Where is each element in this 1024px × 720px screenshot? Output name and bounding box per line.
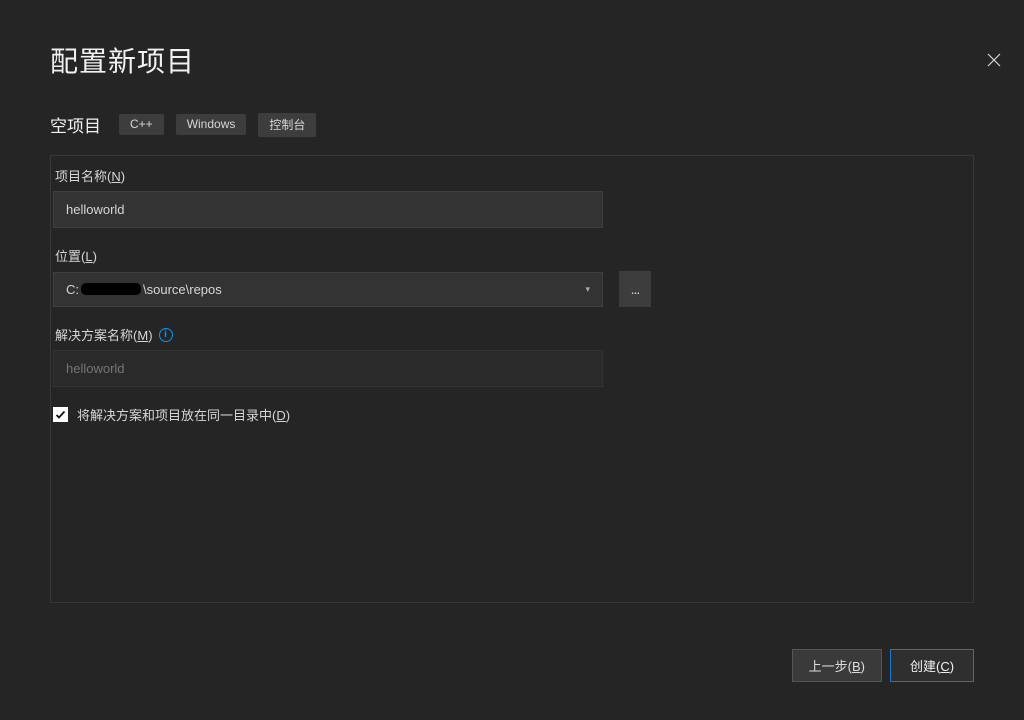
check-icon: [55, 409, 66, 420]
solution-name-group: 解决方案名称(M) i: [53, 325, 973, 387]
create-button[interactable]: 创建(C): [890, 649, 974, 682]
close-button[interactable]: [984, 50, 1004, 70]
info-icon[interactable]: i: [159, 328, 173, 342]
template-name: 空项目: [50, 112, 101, 137]
same-dir-checkbox[interactable]: [53, 407, 68, 422]
location-select[interactable]: C:\source\repos ▾: [53, 272, 603, 307]
template-tag: Windows: [176, 114, 247, 135]
same-dir-label: 将解决方案和项目放在同一目录中(D): [77, 405, 290, 424]
back-button[interactable]: 上一步(B): [792, 649, 882, 682]
same-dir-row: 将解决方案和项目放在同一目录中(D): [53, 405, 973, 424]
project-name-group: 项目名称(N): [53, 166, 973, 228]
location-label: 位置(L): [55, 246, 973, 265]
project-name-input[interactable]: [53, 191, 603, 228]
redacted-text: [81, 283, 141, 295]
solution-name-label: 解决方案名称(M) i: [55, 325, 973, 344]
location-value: C:\source\repos: [66, 282, 222, 297]
template-tag: 控制台: [258, 113, 316, 137]
chevron-down-icon: ▾: [585, 284, 590, 295]
project-name-label: 项目名称(N): [55, 166, 973, 185]
form-area: 项目名称(N) 位置(L) C:\source\repos ▾ ... 解决方案…: [50, 155, 974, 603]
close-icon: [987, 53, 1001, 67]
browse-button[interactable]: ...: [619, 271, 651, 307]
footer-buttons: 上一步(B) 创建(C): [792, 649, 974, 682]
location-group: 位置(L) C:\source\repos ▾ ...: [53, 246, 973, 307]
template-tag: C++: [119, 114, 164, 135]
template-row: 空项目 C++ Windows 控制台: [50, 112, 1024, 137]
page-title: 配置新项目: [50, 40, 1024, 80]
solution-name-input: [53, 350, 603, 387]
